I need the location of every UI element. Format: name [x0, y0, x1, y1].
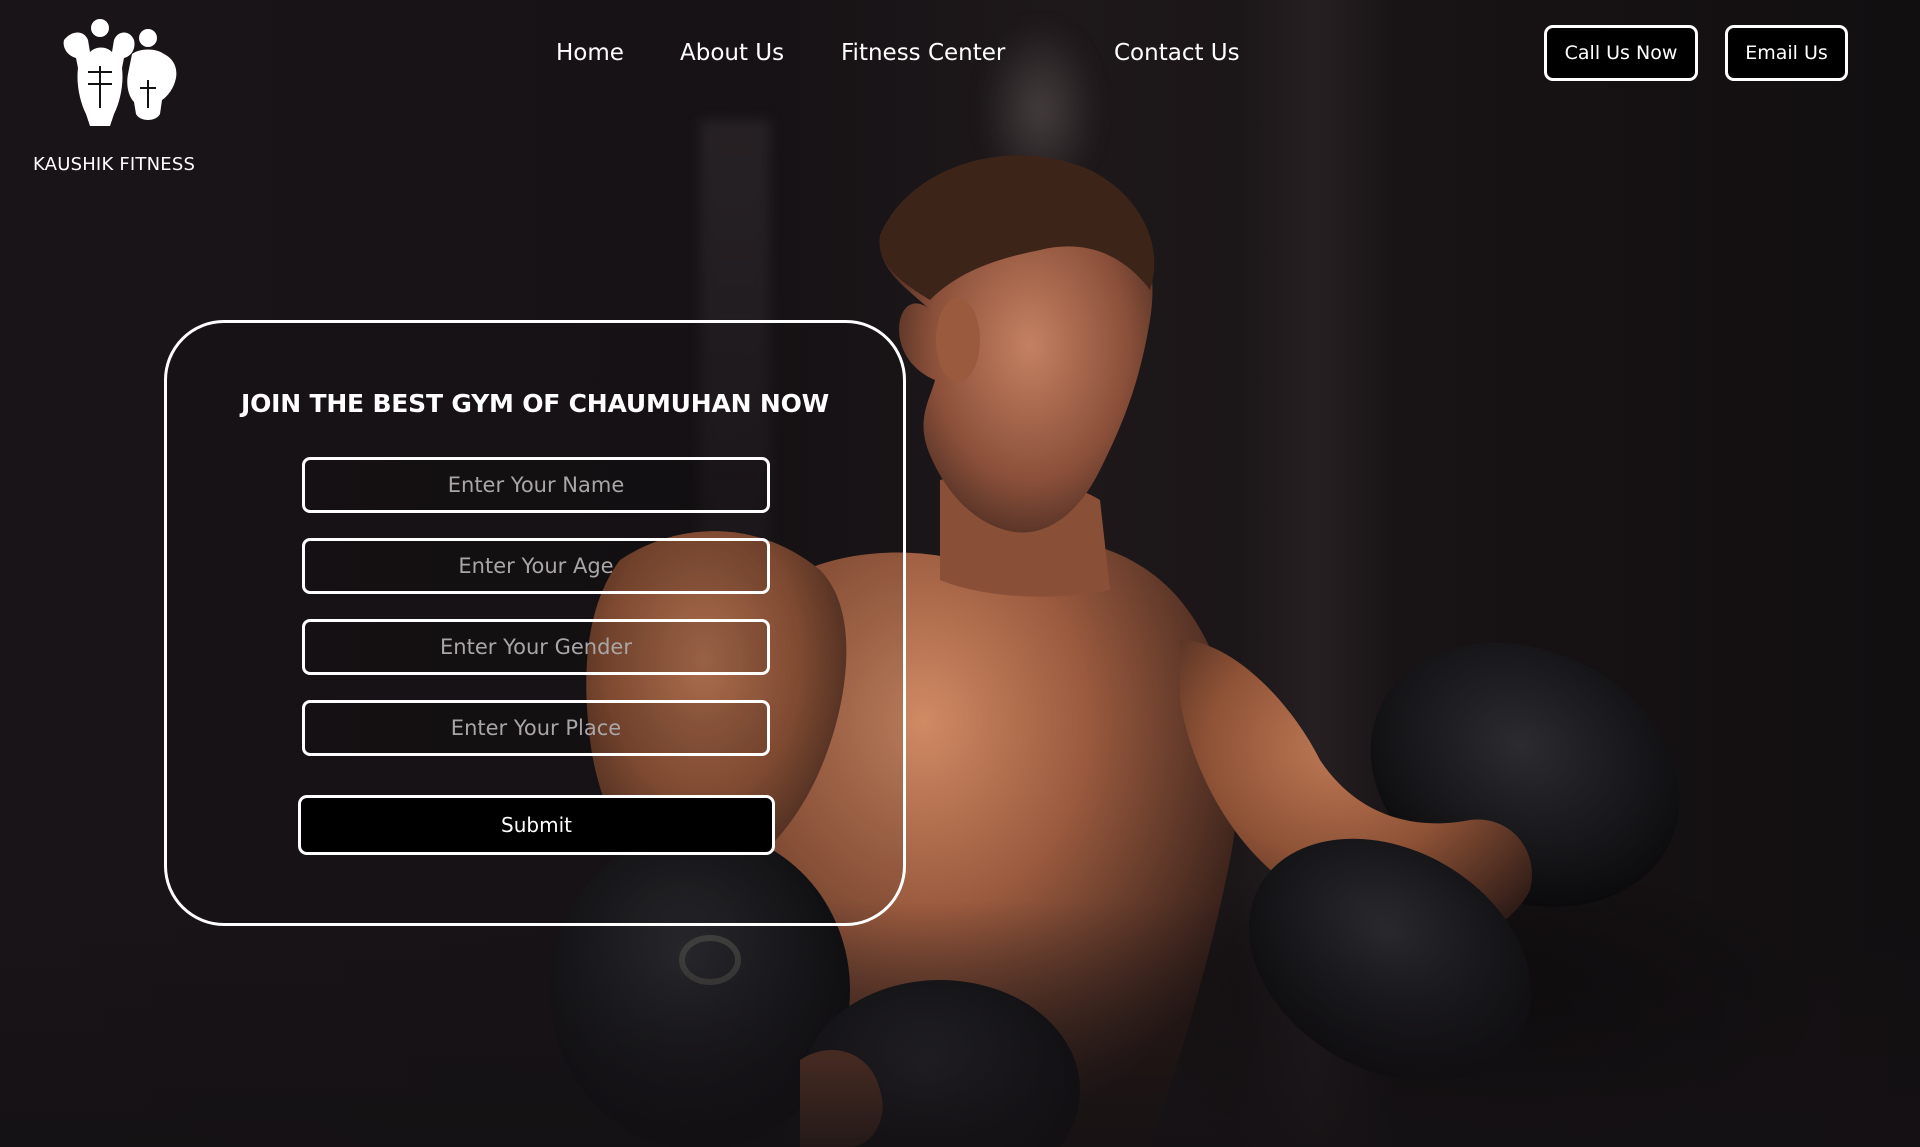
join-gym-form: JOIN THE BEST GYM OF CHAUMUHAN NOW Submi… — [164, 320, 906, 926]
brand-logo[interactable]: KAUSHIK FITNESS — [30, 18, 210, 178]
age-input[interactable] — [302, 538, 770, 594]
nav-item-contact-us[interactable]: Contact Us — [1114, 40, 1240, 66]
form-title: JOIN THE BEST GYM OF CHAUMUHAN NOW — [241, 389, 829, 418]
nav-item-home[interactable]: Home — [556, 40, 624, 66]
submit-button[interactable]: Submit — [298, 795, 775, 855]
brand-name: KAUSHIK FITNESS — [33, 154, 196, 175]
name-input[interactable] — [302, 457, 770, 513]
bodybuilder-couple-logo-icon — [63, 19, 177, 126]
email-us-button[interactable]: Email Us — [1725, 25, 1848, 81]
nav-item-about-us[interactable]: About Us — [680, 40, 784, 66]
nav-item-fitness-center[interactable]: Fitness Center — [841, 40, 1005, 66]
call-us-now-button[interactable]: Call Us Now — [1544, 25, 1698, 81]
page: KAUSHIK FITNESS Home About Us Fitness Ce… — [0, 0, 1920, 1147]
place-input[interactable] — [302, 700, 770, 756]
gender-input[interactable] — [302, 619, 770, 675]
